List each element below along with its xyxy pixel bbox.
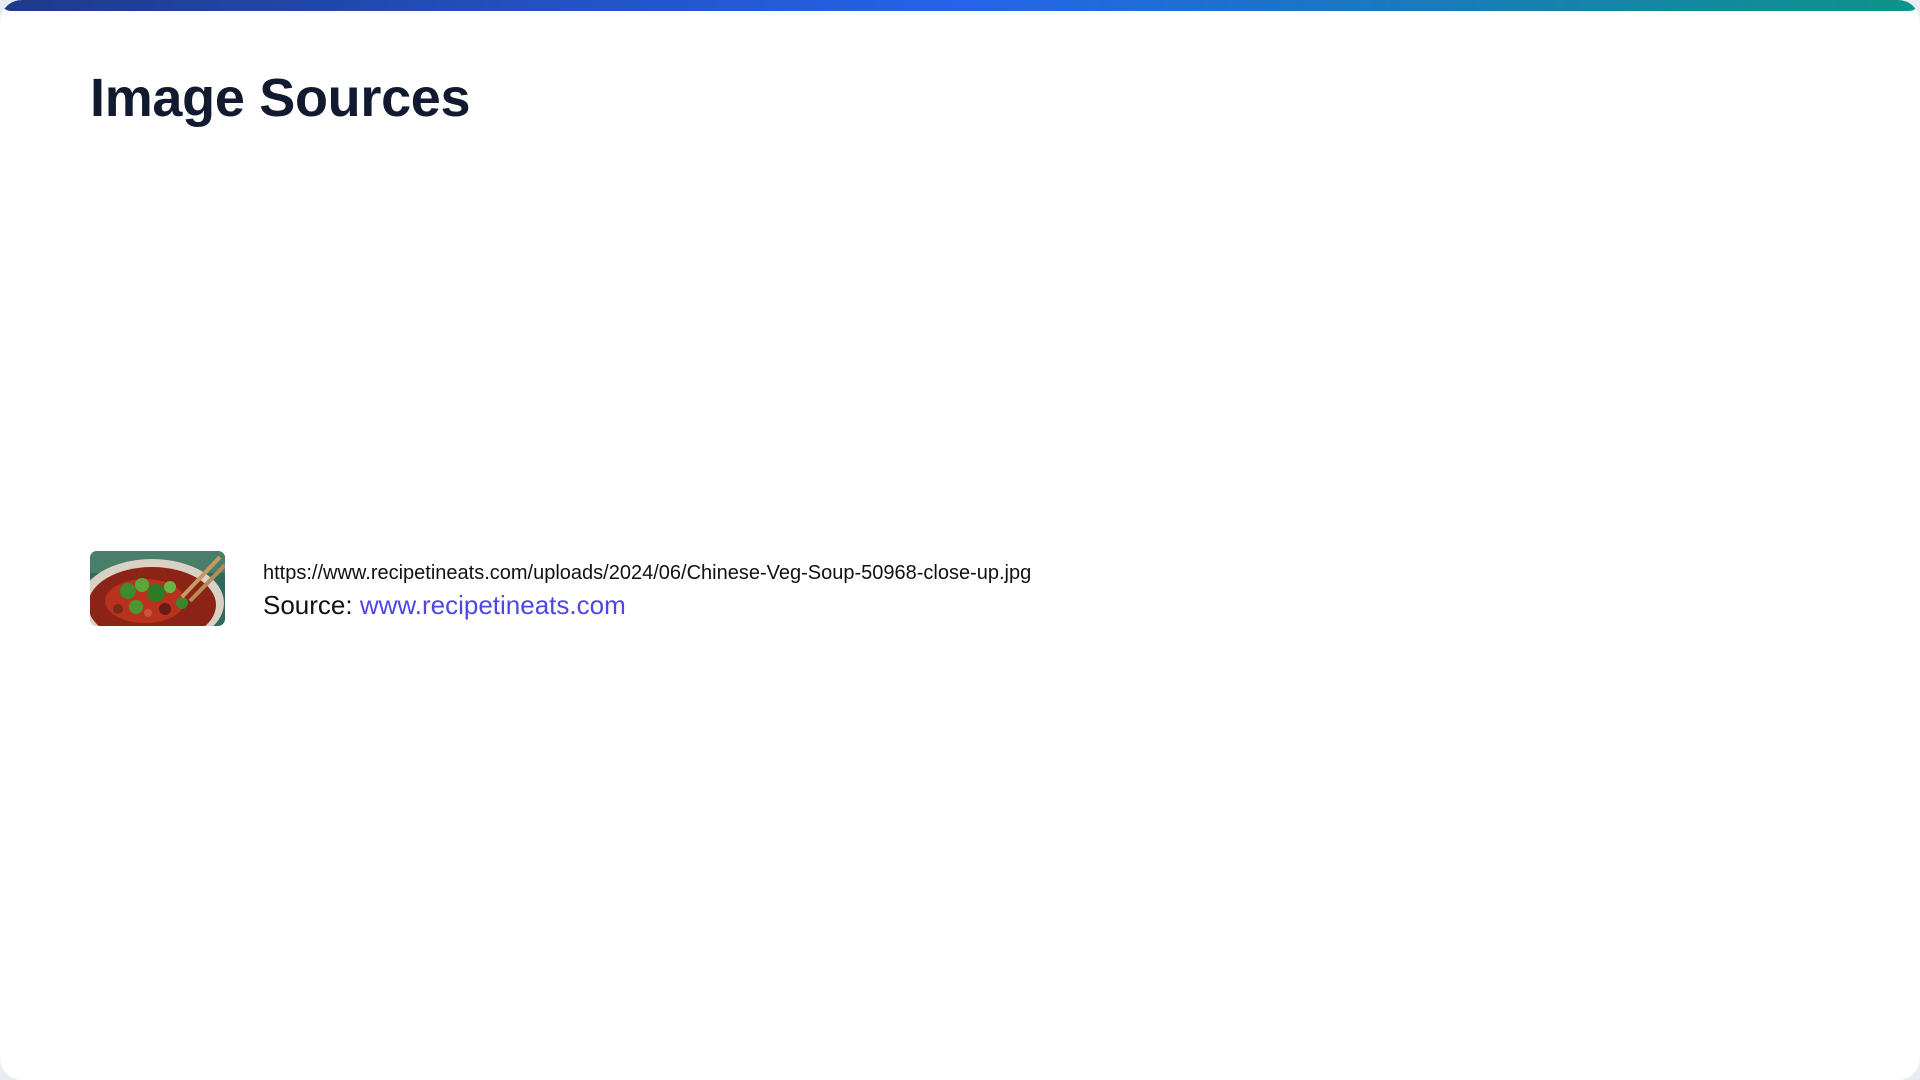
page-title: Image Sources xyxy=(90,68,471,128)
soup-thumbnail-image xyxy=(90,551,225,626)
accent-top-bar xyxy=(0,0,1920,11)
source-link[interactable]: www.recipetineats.com xyxy=(360,590,626,620)
source-entry: https://www.recipetineats.com/uploads/20… xyxy=(90,551,1031,626)
slide-canvas: Image Sources https://www.recipetineats.… xyxy=(0,0,1920,1080)
source-line: Source: www.recipetineats.com xyxy=(263,588,1031,622)
source-label: Source: xyxy=(263,590,353,620)
source-url: https://www.recipetineats.com/uploads/20… xyxy=(263,562,1032,584)
source-text: https://www.recipetineats.com/uploads/20… xyxy=(263,551,1031,622)
